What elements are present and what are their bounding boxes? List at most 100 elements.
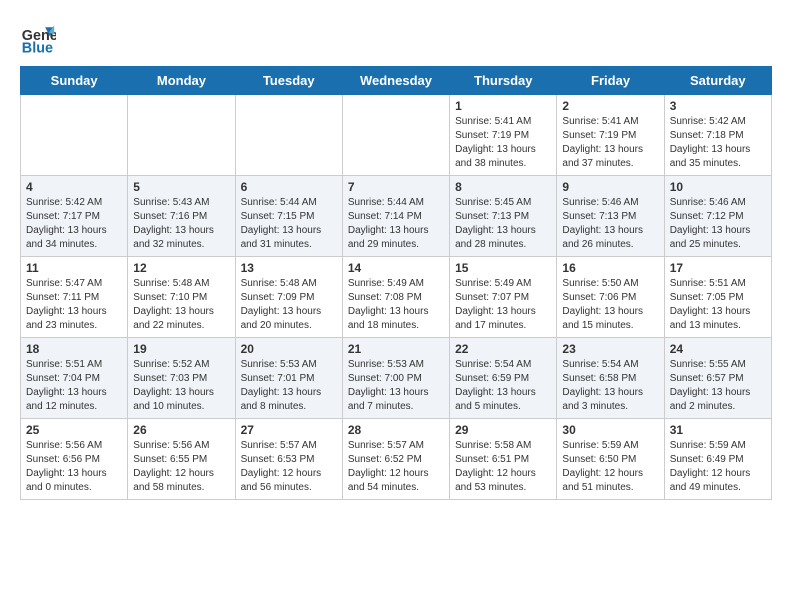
day-number: 29: [455, 423, 551, 437]
day-info: Sunrise: 5:58 AM Sunset: 6:51 PM Dayligh…: [455, 439, 551, 495]
day-number: 10: [670, 180, 766, 194]
day-info: Sunrise: 5:44 AM Sunset: 7:14 PM Dayligh…: [348, 196, 444, 252]
day-cell: 25 Sunrise: 5:56 AM Sunset: 6:56 PM Dayli…: [21, 419, 128, 500]
day-cell: [235, 95, 342, 176]
day-number: 3: [670, 99, 766, 113]
day-number: 14: [348, 261, 444, 275]
day-info: Sunrise: 5:51 AM Sunset: 7:05 PM Dayligh…: [670, 277, 766, 333]
page-header: General Blue: [20, 20, 772, 56]
day-number: 21: [348, 342, 444, 356]
day-number: 20: [241, 342, 337, 356]
day-number: 23: [562, 342, 658, 356]
week-row-5: 25 Sunrise: 5:56 AM Sunset: 6:56 PM Dayli…: [21, 419, 772, 500]
day-number: 17: [670, 261, 766, 275]
day-info: Sunrise: 5:47 AM Sunset: 7:11 PM Dayligh…: [26, 277, 122, 333]
day-number: 19: [133, 342, 229, 356]
day-cell: 16 Sunrise: 5:50 AM Sunset: 7:06 PM Dayli…: [557, 257, 664, 338]
day-cell: 18 Sunrise: 5:51 AM Sunset: 7:04 PM Dayli…: [21, 338, 128, 419]
column-header-monday: Monday: [128, 67, 235, 95]
column-header-sunday: Sunday: [21, 67, 128, 95]
day-number: 28: [348, 423, 444, 437]
day-number: 6: [241, 180, 337, 194]
week-row-3: 11 Sunrise: 5:47 AM Sunset: 7:11 PM Dayli…: [21, 257, 772, 338]
day-cell: 6 Sunrise: 5:44 AM Sunset: 7:15 PM Daylig…: [235, 176, 342, 257]
day-cell: 29 Sunrise: 5:58 AM Sunset: 6:51 PM Dayli…: [450, 419, 557, 500]
day-cell: 3 Sunrise: 5:42 AM Sunset: 7:18 PM Daylig…: [664, 95, 771, 176]
day-info: Sunrise: 5:42 AM Sunset: 7:17 PM Dayligh…: [26, 196, 122, 252]
column-header-friday: Friday: [557, 67, 664, 95]
day-cell: 19 Sunrise: 5:52 AM Sunset: 7:03 PM Dayli…: [128, 338, 235, 419]
day-info: Sunrise: 5:59 AM Sunset: 6:49 PM Dayligh…: [670, 439, 766, 495]
day-info: Sunrise: 5:56 AM Sunset: 6:56 PM Dayligh…: [26, 439, 122, 495]
day-number: 27: [241, 423, 337, 437]
day-number: 22: [455, 342, 551, 356]
logo-icon: General Blue: [20, 20, 56, 56]
day-cell: 8 Sunrise: 5:45 AM Sunset: 7:13 PM Daylig…: [450, 176, 557, 257]
day-number: 12: [133, 261, 229, 275]
day-info: Sunrise: 5:53 AM Sunset: 7:01 PM Dayligh…: [241, 358, 337, 414]
day-cell: 15 Sunrise: 5:49 AM Sunset: 7:07 PM Dayli…: [450, 257, 557, 338]
column-header-thursday: Thursday: [450, 67, 557, 95]
day-cell: 14Sunrise: 5:49 AM Sunset: 7:08 PM Dayli…: [342, 257, 449, 338]
column-header-wednesday: Wednesday: [342, 67, 449, 95]
day-number: 7: [348, 180, 444, 194]
logo: General Blue: [20, 20, 60, 56]
day-info: Sunrise: 5:50 AM Sunset: 7:06 PM Dayligh…: [562, 277, 658, 333]
day-info: Sunrise: 5:44 AM Sunset: 7:15 PM Dayligh…: [241, 196, 337, 252]
day-cell: [128, 95, 235, 176]
day-cell: 26Sunrise: 5:56 AM Sunset: 6:55 PM Dayli…: [128, 419, 235, 500]
day-cell: 7 Sunrise: 5:44 AM Sunset: 7:14 PM Daylig…: [342, 176, 449, 257]
day-info: Sunrise: 5:54 AM Sunset: 6:58 PM Dayligh…: [562, 358, 658, 414]
day-info: Sunrise: 5:57 AM Sunset: 6:52 PM Dayligh…: [348, 439, 444, 495]
day-cell: 1 Sunrise: 5:41 AM Sunset: 7:19 PM Daylig…: [450, 95, 557, 176]
day-info: Sunrise: 5:41 AM Sunset: 7:19 PM Dayligh…: [455, 115, 551, 171]
day-cell: 9Sunrise: 5:46 AM Sunset: 7:13 PM Daylig…: [557, 176, 664, 257]
day-cell: 21 Sunrise: 5:53 AM Sunset: 7:00 PM Dayli…: [342, 338, 449, 419]
day-info: Sunrise: 5:53 AM Sunset: 7:00 PM Dayligh…: [348, 358, 444, 414]
day-number: 26: [133, 423, 229, 437]
day-cell: 10 Sunrise: 5:46 AM Sunset: 7:12 PM Dayli…: [664, 176, 771, 257]
day-info: Sunrise: 5:54 AM Sunset: 6:59 PM Dayligh…: [455, 358, 551, 414]
day-cell: [342, 95, 449, 176]
day-number: 11: [26, 261, 122, 275]
day-cell: 5Sunrise: 5:43 AM Sunset: 7:16 PM Daylig…: [128, 176, 235, 257]
day-info: Sunrise: 5:59 AM Sunset: 6:50 PM Dayligh…: [562, 439, 658, 495]
header-row: SundayMondayTuesdayWednesdayThursdayFrid…: [21, 67, 772, 95]
day-cell: [21, 95, 128, 176]
column-header-saturday: Saturday: [664, 67, 771, 95]
day-cell: 17 Sunrise: 5:51 AM Sunset: 7:05 PM Dayli…: [664, 257, 771, 338]
day-number: 1: [455, 99, 551, 113]
day-cell: 4 Sunrise: 5:42 AM Sunset: 7:17 PM Daylig…: [21, 176, 128, 257]
week-row-4: 18 Sunrise: 5:51 AM Sunset: 7:04 PM Dayli…: [21, 338, 772, 419]
day-cell: 23 Sunrise: 5:54 AM Sunset: 6:58 PM Dayli…: [557, 338, 664, 419]
day-number: 18: [26, 342, 122, 356]
day-info: Sunrise: 5:55 AM Sunset: 6:57 PM Dayligh…: [670, 358, 766, 414]
day-info: Sunrise: 5:41 AM Sunset: 7:19 PM Dayligh…: [562, 115, 658, 171]
day-cell: 24 Sunrise: 5:55 AM Sunset: 6:57 PM Dayli…: [664, 338, 771, 419]
day-info: Sunrise: 5:57 AM Sunset: 6:53 PM Dayligh…: [241, 439, 337, 495]
day-info: Sunrise: 5:45 AM Sunset: 7:13 PM Dayligh…: [455, 196, 551, 252]
day-number: 15: [455, 261, 551, 275]
day-number: 8: [455, 180, 551, 194]
day-info: Sunrise: 5:52 AM Sunset: 7:03 PM Dayligh…: [133, 358, 229, 414]
day-info: Sunrise: 5:42 AM Sunset: 7:18 PM Dayligh…: [670, 115, 766, 171]
day-number: 30: [562, 423, 658, 437]
day-number: 24: [670, 342, 766, 356]
day-cell: 27 Sunrise: 5:57 AM Sunset: 6:53 PM Dayli…: [235, 419, 342, 500]
day-info: Sunrise: 5:46 AM Sunset: 7:13 PM Dayligh…: [562, 196, 658, 252]
day-cell: 28 Sunrise: 5:57 AM Sunset: 6:52 PM Dayli…: [342, 419, 449, 500]
svg-text:Blue: Blue: [22, 40, 53, 56]
day-number: 4: [26, 180, 122, 194]
day-number: 25: [26, 423, 122, 437]
day-info: Sunrise: 5:46 AM Sunset: 7:12 PM Dayligh…: [670, 196, 766, 252]
day-info: Sunrise: 5:51 AM Sunset: 7:04 PM Dayligh…: [26, 358, 122, 414]
day-cell: 22 Sunrise: 5:54 AM Sunset: 6:59 PM Dayli…: [450, 338, 557, 419]
day-info: Sunrise: 5:49 AM Sunset: 7:07 PM Dayligh…: [455, 277, 551, 333]
day-number: 16: [562, 261, 658, 275]
calendar-table: SundayMondayTuesdayWednesdayThursdayFrid…: [20, 66, 772, 500]
day-number: 13: [241, 261, 337, 275]
day-cell: 12Sunrise: 5:48 AM Sunset: 7:10 PM Dayli…: [128, 257, 235, 338]
day-cell: 2Sunrise: 5:41 AM Sunset: 7:19 PM Daylig…: [557, 95, 664, 176]
week-row-1: 1 Sunrise: 5:41 AM Sunset: 7:19 PM Daylig…: [21, 95, 772, 176]
day-number: 5: [133, 180, 229, 194]
